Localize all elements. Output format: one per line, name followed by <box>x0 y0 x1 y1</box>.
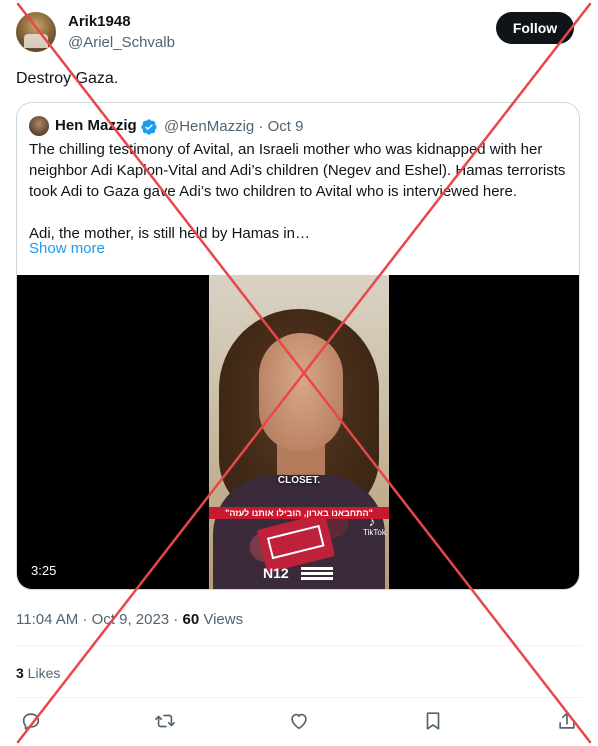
bookmark-button[interactable] <box>422 710 444 732</box>
share-button[interactable] <box>556 710 578 732</box>
heart-icon <box>291 713 307 730</box>
views-label: Views <box>199 611 244 628</box>
video-caption: CLOSET. <box>277 475 321 486</box>
retweet-icon <box>155 714 175 728</box>
video-frame: CLOSET. "התחבאנו בארון, הובילו אותנו לעז… <box>209 275 389 589</box>
time-date[interactable]: 11:04 AM · Oct 9, 2023 · <box>16 611 182 628</box>
tiktok-label: TikTok <box>363 528 386 537</box>
likes-summary[interactable]: 3 Likes <box>16 665 60 681</box>
share-icon <box>559 712 575 729</box>
views-count: 60 <box>182 611 200 628</box>
divider <box>16 697 582 698</box>
likes-label: Likes <box>23 665 61 681</box>
reply-button[interactable] <box>20 710 42 732</box>
tiktok-icon: ♪ TikTok <box>363 514 386 537</box>
show-more-link[interactable]: Show more <box>29 240 105 257</box>
retweet-button[interactable] <box>154 710 176 732</box>
tweet-text: Destroy Gaza. <box>16 70 119 87</box>
divider <box>16 645 582 646</box>
quoted-avatar[interactable] <box>29 116 49 136</box>
video-subtitle: "התחבאנו בארון, הובילו אותנו לעזה" <box>209 507 389 519</box>
video-duration: 3:25 <box>31 563 57 578</box>
like-button[interactable] <box>288 710 310 732</box>
quoted-paragraph-2: Adi, the mother, is still held by Hamas … <box>29 225 310 242</box>
quoted-paragraph-1: The chilling testimony of Avital, an Isr… <box>29 141 566 200</box>
author-avatar[interactable] <box>16 12 56 52</box>
quoted-tweet-card[interactable]: Hen Mazzig @HenMazzig · Oct 9 The chilli… <box>16 102 580 590</box>
n12-bars-icon <box>301 567 333 581</box>
tweet-timestamp[interactable]: 11:04 AM · Oct 9, 2023 · 60 Views <box>16 611 243 628</box>
follow-button[interactable]: Follow <box>496 12 574 44</box>
author-display-name[interactable]: Arik1948 <box>68 13 131 30</box>
reply-icon <box>22 713 40 730</box>
video-person-face <box>259 333 343 451</box>
author-handle[interactable]: @Ariel_Schvalb <box>68 34 175 51</box>
quoted-display-name[interactable]: Hen Mazzig <box>55 117 137 134</box>
likes-count: 3 <box>16 665 24 681</box>
bookmark-icon <box>426 712 440 730</box>
quoted-meta[interactable]: @HenMazzig · Oct 9 <box>164 118 303 135</box>
verified-badge-icon <box>141 119 157 135</box>
video-player[interactable]: CLOSET. "התחבאנו בארון, הובילו אותנו לעז… <box>17 275 579 589</box>
quoted-text: The chilling testimony of Avital, an Isr… <box>29 139 567 244</box>
n12-logo: N12 <box>263 565 289 581</box>
